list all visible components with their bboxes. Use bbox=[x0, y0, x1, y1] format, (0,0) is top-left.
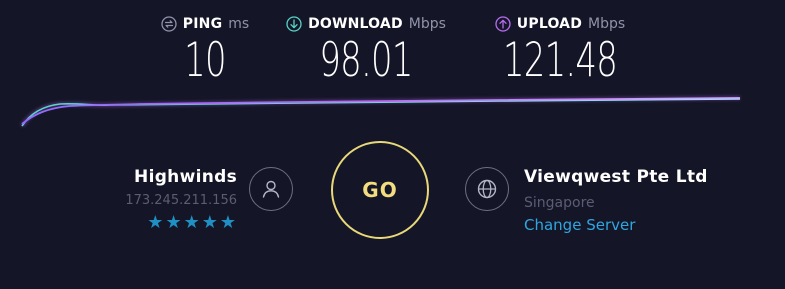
star-icon: ★ bbox=[147, 212, 164, 233]
download-value: 98.01 bbox=[319, 33, 413, 88]
ping-unit: ms bbox=[228, 16, 250, 32]
upload-graph-line bbox=[21, 97, 741, 125]
star-icon: ★ bbox=[165, 212, 182, 233]
change-server-link[interactable]: Change Server bbox=[524, 216, 635, 235]
ping-icon bbox=[161, 16, 177, 32]
upload-label: UPLOAD bbox=[516, 16, 583, 32]
ping-metric: PING ms 10 bbox=[150, 12, 260, 85]
upload-unit: Mbps bbox=[588, 16, 626, 32]
go-label: GO bbox=[362, 178, 398, 202]
user-icon bbox=[249, 167, 293, 211]
star-icon: ★ bbox=[201, 212, 218, 233]
upload-value: 121.48 bbox=[502, 33, 618, 88]
upload-metric: UPLOAD Mbps 121.48 bbox=[470, 12, 650, 85]
server-name: Viewqwest Pte Ltd bbox=[524, 167, 708, 187]
ping-value: 10 bbox=[184, 33, 226, 88]
go-button[interactable]: GO bbox=[331, 141, 429, 239]
speed-graph bbox=[20, 96, 741, 128]
globe-icon bbox=[465, 167, 509, 211]
isp-rating: ★ ★ ★ ★ ★ bbox=[100, 214, 236, 232]
upload-arrow-icon bbox=[495, 16, 511, 32]
download-metric: DOWNLOAD Mbps 98.01 bbox=[276, 12, 456, 85]
star-icon: ★ bbox=[183, 212, 200, 233]
download-label: DOWNLOAD bbox=[308, 16, 403, 32]
isp-info: Highwinds 173.245.211.156 ★ ★ ★ ★ ★ bbox=[100, 166, 237, 232]
isp-ip-address: 173.245.211.156 bbox=[125, 193, 237, 208]
server-location: Singapore bbox=[524, 195, 595, 211]
ping-label: PING bbox=[182, 16, 223, 32]
download-arrow-icon bbox=[286, 16, 302, 32]
download-unit: Mbps bbox=[408, 16, 446, 32]
server-info: Viewqwest Pte Ltd Singapore Change Serve… bbox=[524, 166, 764, 235]
star-icon: ★ bbox=[219, 212, 236, 233]
isp-name: Highwinds bbox=[134, 167, 237, 187]
